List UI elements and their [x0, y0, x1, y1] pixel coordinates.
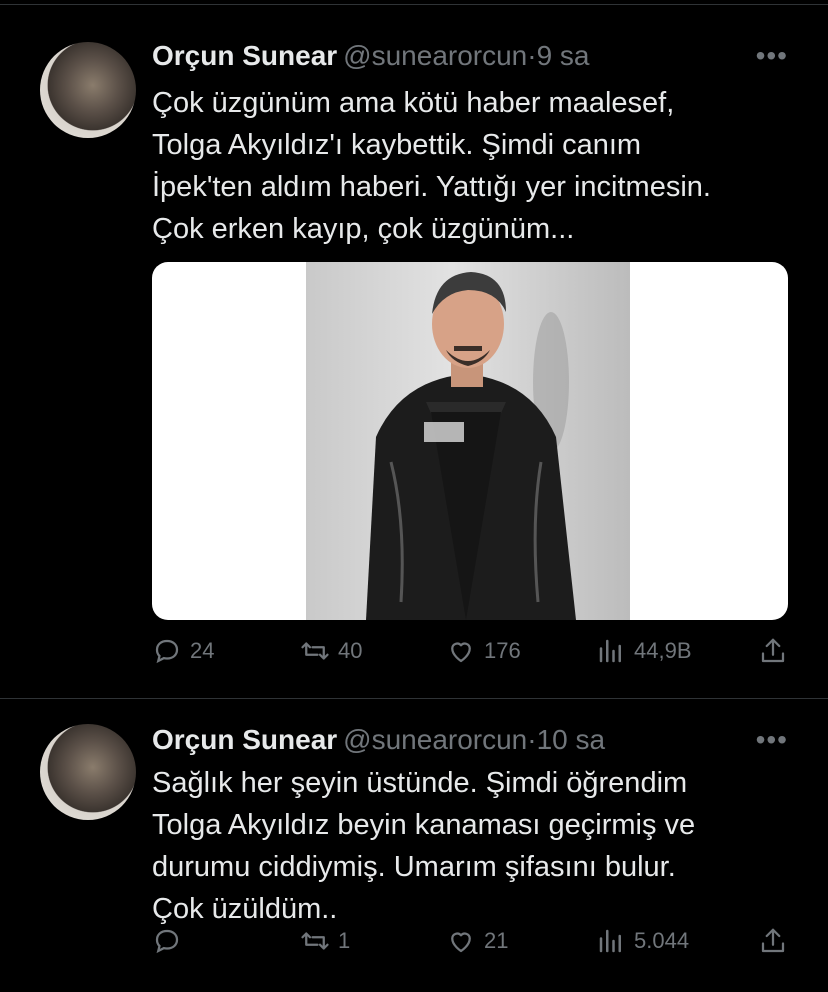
more-options-icon[interactable]: ••• — [756, 724, 788, 756]
more-options-icon[interactable]: ••• — [756, 40, 788, 72]
like-count: 21 — [484, 928, 509, 953]
retweet-button[interactable]: 1 — [300, 926, 350, 956]
reply-count: 24 — [190, 638, 215, 663]
photo-content — [306, 262, 630, 620]
reply-button[interactable]: 24 — [152, 636, 214, 666]
tweet-actions: 1 21 5.044 — [152, 926, 788, 966]
like-count: 176 — [484, 638, 521, 663]
views-bar-chart-icon — [599, 929, 621, 953]
tweet-text: Sağlık her şeyin üstünde. Şimdi öğrendim… — [152, 767, 696, 925]
view-count: 44,9B — [634, 638, 692, 663]
tweet-text: Çok üzgünüm ama kötü haber maalesef, Tol… — [152, 87, 711, 245]
avatar[interactable] — [40, 724, 136, 820]
tweet-divider — [0, 698, 828, 699]
tweet-header: Orçun Sunear @sunearorcun·9 sa ••• — [152, 40, 788, 76]
share-icon — [761, 638, 785, 663]
tweet[interactable]: Orçun Sunear @sunearorcun·10 sa ••• Sağlı… — [0, 706, 828, 992]
heart-icon — [451, 642, 471, 663]
tweet-time[interactable]: 10 sa — [537, 724, 606, 755]
avatar[interactable] — [40, 42, 136, 138]
tweet-photo[interactable] — [152, 262, 788, 620]
view-count: 5.044 — [634, 928, 690, 953]
top-divider — [0, 4, 828, 5]
like-button[interactable]: 21 — [446, 926, 508, 956]
tweet-header: Orçun Sunear @sunearorcun·10 sa ••• — [152, 724, 788, 760]
views-bar-chart-icon — [599, 639, 621, 663]
reply-button[interactable] — [152, 926, 190, 956]
heart-icon — [451, 932, 471, 953]
retweet-icon — [301, 932, 329, 950]
retweet-icon — [301, 642, 329, 660]
views-button[interactable]: 5.044 — [596, 926, 689, 956]
reply-icon — [155, 929, 179, 954]
tweet-actions: 24 40 176 44,9B — [152, 636, 788, 676]
tweet-time[interactable]: 9 sa — [537, 40, 590, 71]
author-name[interactable]: Orçun Sunear — [152, 724, 337, 755]
share-icon — [761, 928, 785, 953]
share-button[interactable] — [758, 926, 788, 956]
share-button[interactable] — [758, 636, 788, 666]
reply-icon — [155, 639, 179, 664]
tweet[interactable]: Orçun Sunear @sunearorcun·9 sa ••• Çok üz… — [0, 22, 828, 698]
author-name[interactable]: Orçun Sunear — [152, 40, 337, 71]
like-button[interactable]: 176 — [446, 636, 521, 666]
retweet-count: 40 — [338, 638, 363, 663]
views-button[interactable]: 44,9B — [596, 636, 692, 666]
person-illustration — [366, 272, 576, 620]
author-handle[interactable]: @sunearorcun — [343, 724, 527, 755]
separator-dot: · — [527, 40, 537, 71]
retweet-button[interactable]: 40 — [300, 636, 362, 666]
separator-dot: · — [527, 724, 537, 755]
author-handle[interactable]: @sunearorcun — [343, 40, 527, 71]
retweet-count: 1 — [338, 928, 351, 953]
